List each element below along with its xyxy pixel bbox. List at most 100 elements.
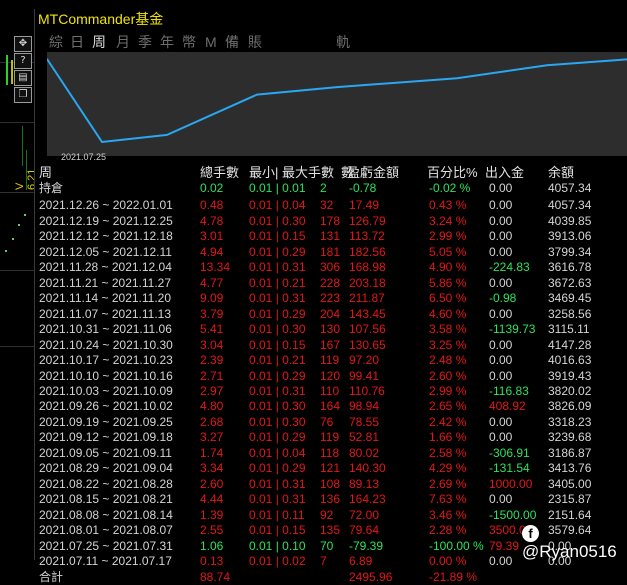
table-row[interactable]: 2021.08.15 ~ 2021.08.21 4.44 0.01 | 0.31 13… <box>35 491 627 507</box>
balance-point-1 <box>101 141 103 143</box>
tab-1[interactable]: 日 <box>70 33 84 51</box>
window-restore-icon[interactable]: ❐ <box>14 87 32 103</box>
pnl-cell: 113.72 <box>349 229 385 243</box>
column-header[interactable]: 盈虧金額 <box>347 165 399 181</box>
period-cell: 2021.10.10 ~ 2021.10.16 <box>39 369 173 383</box>
balance-cell: 3919.43 <box>548 369 592 383</box>
pnl-cell: 6.89 <box>349 554 373 568</box>
count-cell: 70 <box>320 539 334 553</box>
lots-cell: 2.55 <box>200 523 224 537</box>
balance-cell: 3672.63 <box>548 276 592 290</box>
balance-cell: 3186.87 <box>548 446 592 460</box>
chart-list-icon[interactable]: ▤ <box>14 70 32 86</box>
table-row[interactable]: 2021.11.07 ~ 2021.11.13 3.79 0.01 | 0.29 20… <box>35 306 627 322</box>
column-header[interactable]: 周 <box>39 165 52 181</box>
lots-cell: 3.04 <box>200 338 224 352</box>
table-row[interactable]: 2021.12.05 ~ 2021.12.11 4.94 0.01 | 0.29 18… <box>35 244 627 260</box>
lots-cell: 88.74 <box>200 570 231 584</box>
table-row-open-positions[interactable]: 持倉 0.02 0.01 | 0.01 2 -0.78 -0.02 % 0.00 4057.3… <box>35 180 627 196</box>
flow-cell: 0.00 <box>489 554 513 568</box>
flow-cell: 0.00 <box>489 245 513 259</box>
percent-cell: 2.69 % <box>429 477 467 491</box>
percent-cell: 4.60 % <box>429 307 467 321</box>
mtcommander-panel: MTCommander基金 綜日周月季年幣M備賬戶軌跡 2021.07.25 周… <box>34 9 627 584</box>
count-cell: 119 <box>320 353 340 367</box>
percent-cell: 2.48 % <box>429 353 467 367</box>
tab-0[interactable]: 綜 <box>49 33 63 51</box>
percent-cell: 2.42 % <box>429 415 467 429</box>
percent-cell: 5.86 % <box>429 276 467 290</box>
count-cell: 108 <box>320 477 341 491</box>
table-row[interactable]: 2021.12.19 ~ 2021.12.25 4.78 0.01 | 0.30 17… <box>35 213 627 229</box>
balance-point-2 <box>166 134 168 136</box>
tab-7[interactable]: M <box>205 33 217 51</box>
period-cell: 2021.10.17 ~ 2021.10.23 <box>39 353 173 367</box>
table-row[interactable]: 2021.11.21 ~ 2021.11.27 4.77 0.01 | 0.21 22… <box>35 275 627 291</box>
table-row[interactable]: 2021.12.26 ~ 2022.01.01 0.48 0.01 | 0.04 32… <box>35 197 627 213</box>
column-header[interactable]: 百分比% <box>427 165 478 181</box>
pnl-cell: 79.64 <box>349 523 380 537</box>
period-cell: 2021.11.28 ~ 2021.12.04 <box>39 260 172 274</box>
table-row[interactable]: 2021.09.12 ~ 2021.09.18 3.27 0.01 | 0.29 11… <box>35 429 627 445</box>
move-icon[interactable]: ✥ <box>14 36 32 52</box>
percent-cell: 2.65 % <box>429 399 467 413</box>
table-row[interactable]: 2021.09.05 ~ 2021.09.11 1.74 0.01 | 0.04 11… <box>35 445 627 461</box>
table-row[interactable]: 2021.10.03 ~ 2021.10.09 2.97 0.01 | 0.31 11… <box>35 383 627 399</box>
pnl-cell: -79.39 <box>349 539 384 553</box>
lots-cell: 4.80 <box>200 399 224 413</box>
count-cell: 181 <box>320 245 341 259</box>
period-cell: 2021.11.07 ~ 2021.11.13 <box>39 307 172 321</box>
table-row[interactable]: 2021.10.24 ~ 2021.10.30 3.04 0.01 | 0.15 16… <box>35 337 627 353</box>
help-icon[interactable]: ? <box>14 53 32 69</box>
table-row[interactable]: 2021.09.19 ~ 2021.09.25 2.68 0.01 | 0.30 76… <box>35 414 627 430</box>
table-row[interactable]: 2021.12.12 ~ 2021.12.18 3.01 0.01 | 0.15 13… <box>35 228 627 244</box>
table-row[interactable]: 2021.11.14 ~ 2021.11.20 9.09 0.01 | 0.31 22… <box>35 290 627 306</box>
table-row[interactable]: 2021.10.10 ~ 2021.10.16 2.71 0.01 | 0.29 12… <box>35 368 627 384</box>
percent-cell: 2.28 % <box>429 523 467 537</box>
column-header[interactable]: 最小| <box>249 165 278 181</box>
percent-cell: 2.99 % <box>429 384 467 398</box>
tab-8[interactable]: 備 <box>225 33 239 51</box>
tab-6[interactable]: 幣 <box>182 33 196 51</box>
period-cell: 合計 <box>39 570 64 584</box>
column-header[interactable]: 出入金 <box>485 165 524 181</box>
lots-cell: 5.41 <box>200 322 224 336</box>
chart-start-date: 2021.07.25 <box>61 152 107 162</box>
table-row[interactable]: 2021.09.26 ~ 2021.10.02 4.80 0.01 | 0.30 16… <box>35 398 627 414</box>
percent-cell: -21.89 % <box>429 570 478 584</box>
percent-cell: 5.05 % <box>429 245 467 259</box>
flow-cell: 0.00 <box>489 307 513 321</box>
column-header[interactable]: 總手數 <box>200 165 239 181</box>
period-cell: 2021.10.03 ~ 2021.10.09 <box>39 384 173 398</box>
min-max-cell: 0.01 | 0.29 <box>249 461 306 475</box>
pnl-cell: 211.87 <box>349 291 385 305</box>
column-header[interactable]: 最大手數 <box>282 165 334 181</box>
lots-cell: 3.27 <box>200 430 224 444</box>
flow-cell: -131.54 <box>489 461 530 475</box>
balance-cell: 3913.06 <box>548 229 592 243</box>
table-row[interactable]: 2021.10.17 ~ 2021.10.23 2.39 0.01 | 0.21 11… <box>35 352 627 368</box>
tab-3[interactable]: 月 <box>116 33 130 51</box>
lots-cell: 4.77 <box>200 276 224 290</box>
count-cell: 2 <box>320 181 327 195</box>
balance-cell: 4016.63 <box>548 353 592 367</box>
balance-point-6 <box>546 64 548 67</box>
tab-4[interactable]: 季 <box>138 33 152 51</box>
flow-cell: 0.00 <box>489 181 513 195</box>
table-row-total[interactable]: 合計 88.74 2495.96 -21.89 % <box>35 569 627 585</box>
period-cell: 2021.10.24 ~ 2021.10.30 <box>39 338 173 352</box>
column-header[interactable]: 余額 <box>548 165 574 181</box>
table-row[interactable]: 2021.10.31 ~ 2021.11.06 5.41 0.01 | 0.30 13… <box>35 321 627 337</box>
table-row[interactable]: 2021.11.28 ~ 2021.12.04 13.34 0.01 | 0.31 3… <box>35 259 627 275</box>
watermark: f@Ryan0516 <box>522 521 627 562</box>
balance-chart <box>47 52 627 156</box>
table-row[interactable]: 2021.08.29 ~ 2021.09.04 3.34 0.01 | 0.29 12… <box>35 460 627 476</box>
pnl-cell: -0.78 <box>349 181 377 195</box>
balance-cell: 4147.28 <box>548 338 592 352</box>
balance-cell: 3405.00 <box>548 477 592 491</box>
tab-2[interactable]: 周 <box>92 33 106 51</box>
balance-cell: 3318.23 <box>548 415 592 429</box>
table-row[interactable]: 2021.08.22 ~ 2021.08.28 2.60 0.01 | 0.31 10… <box>35 476 627 492</box>
tab-5[interactable]: 年 <box>160 33 174 51</box>
balance-cell: 2315.87 <box>548 492 592 506</box>
